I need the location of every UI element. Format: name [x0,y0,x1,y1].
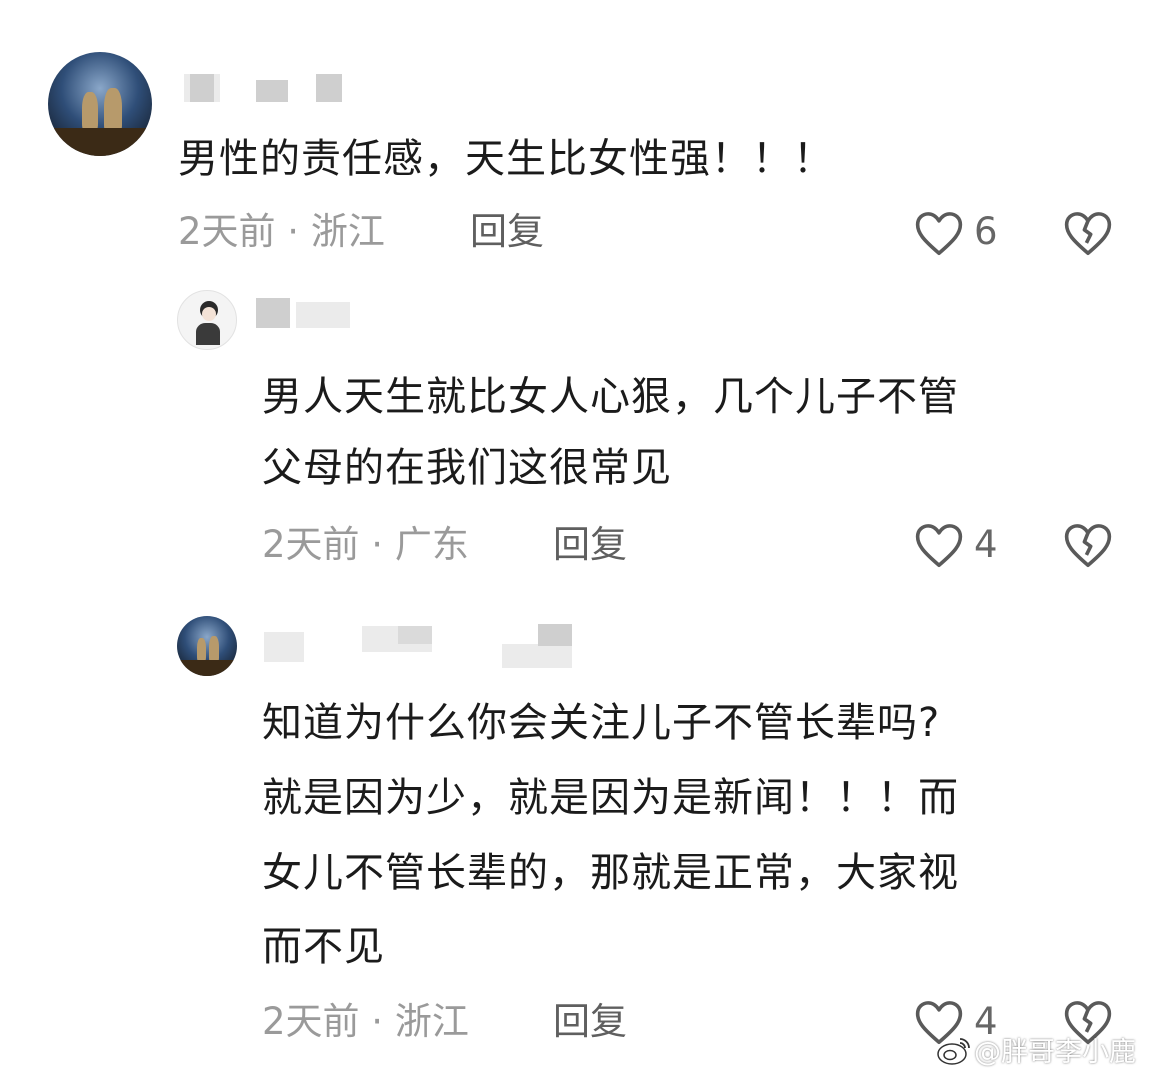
avatar[interactable] [48,52,152,156]
comment-meta: 2天前 · 广东 [262,523,469,566]
avatar[interactable] [177,290,237,350]
reply-button[interactable]: 回复 [470,210,544,254]
comment-text: 男性的责任感，天生比女性强！！！ [178,136,834,182]
comment-text-line: 女儿不管长辈的，那就是正常，大家视 [262,850,959,896]
avatar[interactable] [177,616,237,676]
username-redacted[interactable] [258,622,578,670]
like-count: 4 [974,523,998,566]
comment-text-line: 知道为什么你会关注儿子不管长辈吗? [262,700,941,746]
comment-text-line: 男人天生就比女人心狠，几个儿子不管 [262,374,959,420]
broken-heart-icon[interactable] [1060,206,1116,260]
username-redacted[interactable] [256,298,356,334]
weibo-logo-icon [936,1036,972,1066]
broken-heart-icon[interactable] [1060,518,1116,572]
heart-outline-icon[interactable] [912,206,966,260]
like-count: 6 [974,210,998,253]
comment-meta: 2天前 · 浙江 [262,1000,469,1043]
username-redacted[interactable] [184,62,354,102]
heart-outline-icon[interactable] [912,518,966,572]
comment-text-line: 父母的在我们这很常见 [262,445,672,491]
comment-text-line: 而不见 [262,924,385,970]
comment-text-line: 就是因为少，就是因为是新闻！！！而 [262,775,959,821]
watermark-text: @胖哥李小鹿 [974,1037,1136,1068]
reply-button[interactable]: 回复 [553,1000,627,1044]
comment-meta: 2天前 · 浙江 [178,210,385,253]
reply-button[interactable]: 回复 [553,523,627,567]
